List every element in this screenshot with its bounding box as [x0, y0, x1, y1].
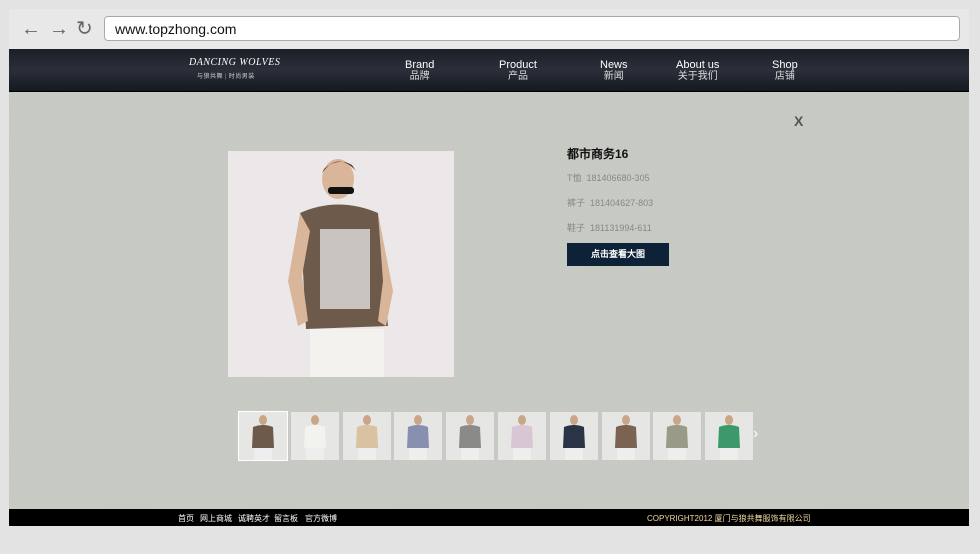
nav-label-zh: 品牌 — [409, 71, 430, 82]
thumbnail[interactable] — [238, 411, 288, 461]
item-label: 鞋子 — [567, 223, 586, 233]
thumbnail[interactable] — [342, 412, 391, 460]
nav-label-zh: 产品 — [507, 71, 528, 82]
nav-news[interactable]: News 新闻 — [600, 59, 628, 83]
thumbnail[interactable] — [498, 412, 546, 460]
forward-arrow-icon[interactable]: → — [49, 19, 69, 39]
item-code: 181404627-803 — [590, 198, 654, 208]
thumbnail[interactable] — [653, 412, 702, 460]
item-code: 181131994-611 — [590, 223, 652, 233]
back-arrow-icon[interactable]: ← — [21, 19, 41, 39]
footer-link-guestbook[interactable]: 留言板 — [274, 513, 298, 524]
nav-label-zh: 新闻 — [603, 71, 624, 82]
thumbnail[interactable] — [446, 412, 495, 460]
thumbnail[interactable] — [705, 412, 754, 460]
thumbnail[interactable] — [549, 412, 598, 460]
nav-product[interactable]: Product 产品 — [499, 59, 537, 83]
nav-label-zh: 关于我们 — [677, 71, 718, 82]
item-pants: 裤子 181404627-803 — [567, 196, 653, 209]
logo[interactable]: DANCING WOLVES 与狼共舞 | 时尚男装 — [189, 57, 280, 80]
logo-subtitle: 与狼共舞 | 时尚男装 — [197, 74, 255, 80]
close-button[interactable]: X — [794, 113, 803, 129]
nav-brand[interactable]: Brand 品牌 — [405, 59, 434, 83]
nav-shop[interactable]: Shop 店铺 — [772, 59, 798, 83]
browser-toolbar: ← → ↻ www.topzhong.com — [9, 9, 969, 49]
reload-icon[interactable]: ↻ — [76, 19, 93, 39]
product-photo — [228, 151, 454, 377]
footer-link-shop[interactable]: 网上商城 — [200, 513, 232, 524]
item-label: T恤 — [567, 173, 582, 183]
thumbnail[interactable] — [601, 412, 650, 460]
item-tshirt: T恤 181406680-305 — [567, 171, 650, 184]
item-shoes: 鞋子 181131994-611 — [567, 221, 652, 234]
copyright: COPYRIGHT2012 厦门与狼共舞服饰有限公司 — [647, 514, 811, 523]
chevron-right-icon[interactable]: › — [753, 425, 758, 443]
address-bar[interactable]: www.topzhong.com — [104, 16, 960, 41]
nav-label: About us — [676, 59, 720, 71]
product-lightbox: X 都市商务16 T恤 181406680-305 裤子 181404627-8… — [9, 92, 969, 509]
model-illustration — [288, 159, 393, 377]
view-large-button[interactable]: 点击查看大图 — [567, 243, 669, 266]
nav-label: Shop — [772, 59, 798, 71]
logo-text: DANCING WOLVES — [189, 57, 281, 68]
nav-label: Product — [499, 59, 537, 71]
thumbnail[interactable] — [394, 412, 443, 460]
item-label: 裤子 — [567, 198, 586, 208]
footer-link-weibo[interactable]: 官方微博 — [305, 513, 337, 524]
nav-label: Brand — [405, 59, 435, 71]
nav-about[interactable]: About us 关于我们 — [676, 59, 719, 83]
site-header: DANCING WOLVES 与狼共舞 | 时尚男装 Brand 品牌 Produc… — [9, 49, 969, 92]
nav-label: News — [600, 59, 628, 71]
item-code: 181406680-305 — [586, 173, 650, 183]
thumbnail[interactable] — [290, 412, 339, 460]
product-title: 都市商务16 — [567, 147, 629, 161]
footer: 首页 网上商城 诚聘英才 留言板 官方微博 COPYRIGHT2012 厦门与狼… — [9, 509, 969, 526]
nav-label-zh: 店铺 — [774, 71, 795, 82]
footer-link-home[interactable]: 首页 — [178, 513, 194, 524]
footer-link-careers[interactable]: 诚聘英才 — [238, 513, 270, 524]
